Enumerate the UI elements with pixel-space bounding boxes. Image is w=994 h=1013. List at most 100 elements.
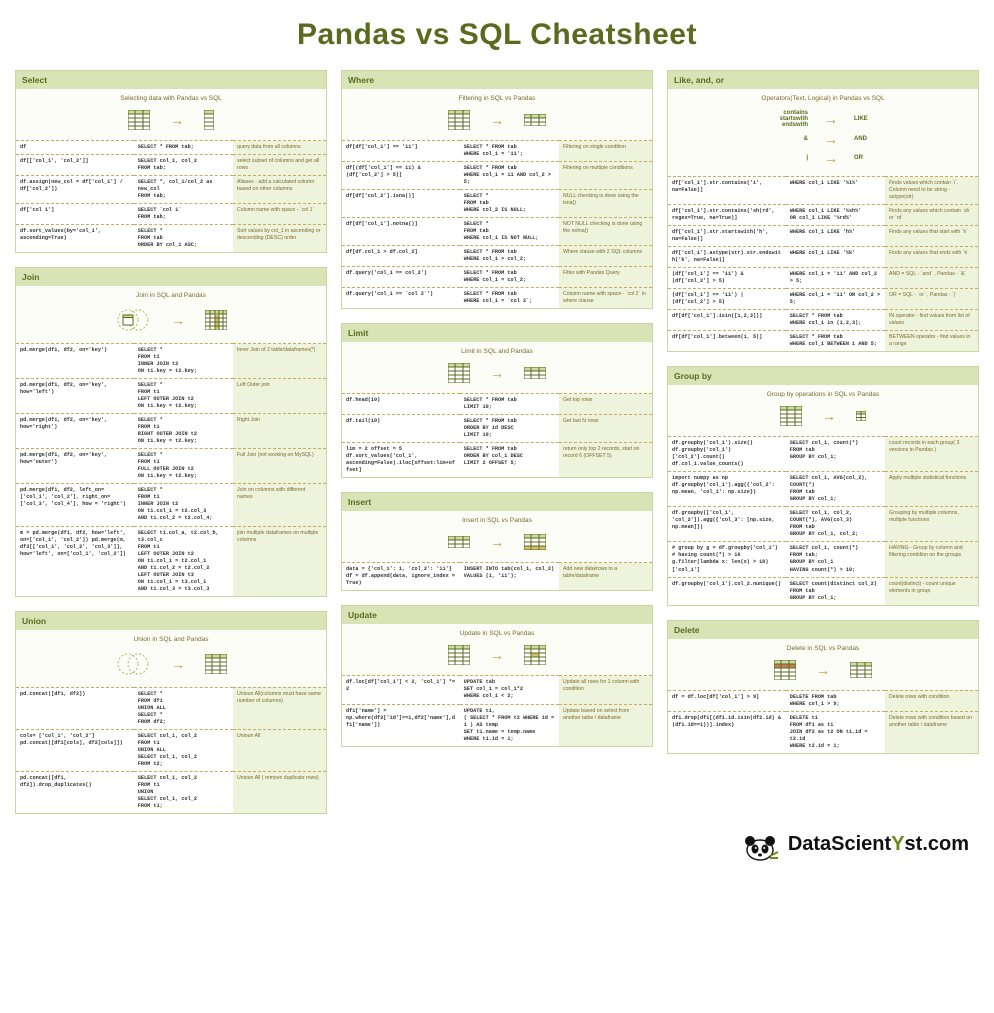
desc-cell: Left Outer join xyxy=(233,379,326,414)
desc-cell: count(distinct) - count unique elements … xyxy=(885,577,978,605)
sql-cell: WHERE col_1 LIKE '%k' xyxy=(786,247,885,268)
desc-cell: Grouping by multiple columns, multiple f… xyxy=(885,507,978,542)
pandas-cell: df[df.col_1 > df.col_2] xyxy=(342,246,460,267)
venn-icon xyxy=(115,651,151,677)
card-subtitle: Selecting data with Pandas vs SQL xyxy=(16,89,326,104)
page-title: Pandas vs SQL Cheatsheet xyxy=(15,18,979,52)
card-header: Select xyxy=(16,71,326,89)
sql-cell: SELECT * FROM tab WHERE col_1 = `col 2`; xyxy=(460,288,559,309)
icon-row: → xyxy=(16,645,326,687)
desc-cell: NOT NULL checking is done using the notn… xyxy=(559,218,652,246)
desc-cell: query data from all columns xyxy=(233,141,326,155)
pandas-cell: df.assign(new_col = df['col_1'] / df['co… xyxy=(16,176,134,204)
table-icon xyxy=(448,536,470,548)
pandas-cell: df[df['col_1'] == '11'] xyxy=(342,141,460,162)
sql-cell: SELECT * FROM tab WHERE col_1 = 11 AND c… xyxy=(460,162,559,190)
table-row: df[df['col_2'].isna()]SELECT * FROM tab … xyxy=(342,190,652,218)
sql-cell: INSERT INTO tab(col_1, col_2) VALUES (1,… xyxy=(460,563,559,591)
desc-cell: Get last N rows xyxy=(559,415,652,443)
desc-cell: AND = SQL - `and` , Pandas - `&` xyxy=(885,268,978,289)
sql-cell: SELECT col_1, col_2 FROM tab; xyxy=(134,155,233,176)
table-icon xyxy=(524,534,546,550)
icon-row: → xyxy=(342,526,652,562)
pandas-cell: m = pd.merge(df1, df2, how='left', on=['… xyxy=(16,526,134,596)
panda-logo-icon xyxy=(740,828,780,862)
card-subtitle: Delete in SQL vs Pandas xyxy=(668,639,978,654)
desc-cell: select subset of columns and get all row… xyxy=(233,155,326,176)
pandas-cell: df[['col_1', 'col_2']] xyxy=(16,155,134,176)
arrow-icon: → xyxy=(824,131,838,147)
table-row: df[(df['col_1'] == 11) & (df['col_2'] > … xyxy=(342,162,652,190)
table-row: df[df['col_1'].isin([1,2,3])]SELECT * FR… xyxy=(668,310,978,331)
sql-cell: SELECT * FROM tab ORDER BY id DESC LIMIT… xyxy=(460,415,559,443)
pandas-cell: df.groupby('col_1').size() df.groupby('c… xyxy=(668,437,786,472)
sql-cell: SELECT t1.col_a, t2.col_b, t3.col_c FROM… xyxy=(134,526,233,596)
arrow-icon: → xyxy=(816,662,830,678)
icon-row: containsstartswithendswith→LIKE &→AND |→… xyxy=(668,104,978,176)
pandas-cell: df[df['col_1'].between(1, 5)] xyxy=(668,331,786,352)
table-row: df['col 1']SELECT `col 1` FROM tab;Colum… xyxy=(16,204,326,225)
desc-cell: Unioun All ( remove duplicate rows) xyxy=(233,771,326,813)
table-icon xyxy=(850,662,872,678)
pandas-cell: df.groupby(['col_1', 'col_2']).agg({'col… xyxy=(668,507,786,542)
table-row: pd.merge(df1, df2, on='key', how='right'… xyxy=(16,414,326,449)
desc-cell: Finds any values that start with `h` xyxy=(885,226,978,247)
table-row: df['col_1'].str.contains('i', na=False)]… xyxy=(668,177,978,205)
card-select: Select Selecting data with Pandas vs SQL… xyxy=(15,70,327,253)
pandas-cell: df.head(10) xyxy=(342,394,460,415)
desc-cell: Inner Join of 2 table/dataframes(*) xyxy=(233,344,326,379)
sql-cell: WHERE col_1 = '11' OR col_2 > 5; xyxy=(786,289,885,310)
table-icon xyxy=(774,660,796,680)
table-row: dfSELECT * FROM tab;query data from all … xyxy=(16,141,326,155)
rows-table: df.head(10)SELECT * FROM tab LIMIT 10;Ge… xyxy=(342,393,652,477)
sql-cell: WHERE col_1 = '11' AND col_2 > 5; xyxy=(786,268,885,289)
table-icon xyxy=(448,110,470,130)
pandas-cell: cols= ['col_1', 'col_2'] pd.concat([df1[… xyxy=(16,729,134,771)
pandas-cell: df['col_1'].astype(str).str.endswith('k'… xyxy=(668,247,786,268)
pandas-cell: df['col_1'].str.contains('i', na=False)] xyxy=(668,177,786,205)
table-row: # group by g = df.groupby('col_1') # hav… xyxy=(668,542,978,577)
sql-cell: SELECT col_1, count(*) FROM tab GROUP BY… xyxy=(786,437,885,472)
table-row: pd.concat([df1, df2])SELECT * FROM df1 U… xyxy=(16,687,326,729)
card-subtitle: Union in SQL and Pandas xyxy=(16,630,326,645)
table-row: df.assign(new_col = df['col_1'] / df['co… xyxy=(16,176,326,204)
card-header: Group by xyxy=(668,367,978,385)
rows-table: pd.concat([df1, df2])SELECT * FROM df1 U… xyxy=(16,687,326,813)
pandas-cell: lim = 2 offset = 5 df.sort_values('col_1… xyxy=(342,443,460,478)
sql-cell: SELECT * FROM t1 FULL OUTER JOIN t2 ON t… xyxy=(134,449,233,484)
pandas-cell: df[df['col_1'].isin([1,2,3])] xyxy=(668,310,786,331)
desc-cell: Apply multiple statistical functions xyxy=(885,472,978,507)
sql-cell: SELECT count(distinct col_2) FROM tab GR… xyxy=(786,577,885,605)
desc-cell: BETWEEN operator - find values in a rang… xyxy=(885,331,978,352)
sql-cell: SELECT * FROM t1 LEFT OUTER JOIN t2 ON t… xyxy=(134,379,233,414)
rows-table: df[df['col_1'] == '11']SELECT * FROM tab… xyxy=(342,140,652,308)
sql-cell: WHERE col_1 LIKE '%i%' xyxy=(786,177,885,205)
pandas-cell: df.tail(10) xyxy=(342,415,460,443)
arrow-icon: → xyxy=(824,111,838,127)
sql-cell: SELECT * FROM tab WHERE col_2 IS NULL; xyxy=(460,190,559,218)
map-left: containsstartswithendswith xyxy=(762,110,808,128)
card-insert: Insert Insert in SQL vs Pandas → data = … xyxy=(341,492,653,591)
card-like: Like, and, or Operators(Text, Logical) i… xyxy=(667,70,979,352)
table-row: df[['col_1', 'col_2']]SELECT col_1, col_… xyxy=(16,155,326,176)
table-row: df['col_1'].str.startswith('h', na=False… xyxy=(668,226,978,247)
card-header: Union xyxy=(16,612,326,630)
sql-cell: SELECT * FROM t1 INNER JOIN t2 ON t1.key… xyxy=(134,344,233,379)
pandas-cell: df1['name'] = np.where(df2['id']==1,df2[… xyxy=(342,704,460,746)
pandas-cell: pd.concat([df1, df2]) xyxy=(16,687,134,729)
pandas-cell: df.groupby('col_1').col_2.nunique() xyxy=(668,577,786,605)
table-row: df.head(10)SELECT * FROM tab LIMIT 10;Ge… xyxy=(342,394,652,415)
icon-row: → xyxy=(342,639,652,675)
card-header: Insert xyxy=(342,493,652,511)
pandas-cell: import numpy as np df.groupby('col_1').a… xyxy=(668,472,786,507)
card-subtitle: Update in SQL vs Pandas xyxy=(342,624,652,639)
pandas-cell: pd.merge(df1, df2, on='key', how='outer'… xyxy=(16,449,134,484)
desc-cell: Filtering on single condition xyxy=(559,141,652,162)
rows-table: pd.merge(df1, df2, on='key')SELECT * FRO… xyxy=(16,343,326,595)
table-icon xyxy=(448,363,470,383)
desc-cell: Aliases - add a calculated column based … xyxy=(233,176,326,204)
arrow-icon: → xyxy=(171,312,185,328)
footer: DataScientYst.com xyxy=(15,828,979,862)
rows-table: dfSELECT * FROM tab;query data from all … xyxy=(16,140,326,252)
table-row: df.groupby(['col_1', 'col_2']).agg({'col… xyxy=(668,507,978,542)
